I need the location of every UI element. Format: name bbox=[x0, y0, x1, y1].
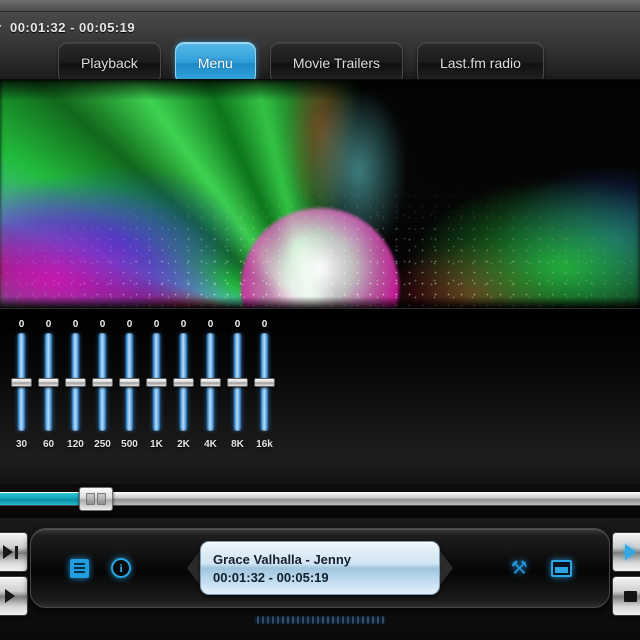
seek-handle-ridge-left bbox=[86, 493, 95, 505]
transport-bar: i Grace Valhalla - Jenny 00:01:32 - 00:0… bbox=[0, 518, 640, 640]
eq-thumb-250[interactable] bbox=[92, 378, 113, 387]
eq-band-250: 0 250 bbox=[89, 319, 116, 450]
playlist-icon bbox=[69, 558, 89, 578]
eq-value-60: 0 bbox=[45, 319, 52, 330]
eq-band-30: 0 30 bbox=[8, 319, 35, 450]
tab-lastfm-radio[interactable]: Last.fm radio bbox=[416, 42, 544, 79]
track-display-group: Grace Valhalla - Jenny 00:01:32 - 00:05:… bbox=[187, 541, 453, 595]
play-button[interactable] bbox=[612, 532, 640, 572]
eq-thumb-2k[interactable] bbox=[173, 378, 194, 387]
navigation-tabs: Playback Menu Movie Trailers Last.fm rad… bbox=[58, 42, 544, 79]
eq-label-16k: 16k bbox=[256, 439, 273, 450]
seek-handle-ridge-right bbox=[97, 493, 106, 505]
eq-slider-8k[interactable] bbox=[227, 333, 248, 431]
eq-value-500: 0 bbox=[126, 319, 133, 330]
eq-slider-250[interactable] bbox=[92, 333, 113, 431]
eq-label-60: 60 bbox=[42, 439, 55, 450]
eq-thumb-500[interactable] bbox=[119, 378, 140, 387]
stop-icon bbox=[623, 590, 637, 602]
visualizer-vignette bbox=[0, 80, 640, 308]
transport-panel: i Grace Valhalla - Jenny 00:01:32 - 00:0… bbox=[30, 528, 610, 608]
eq-label-8k: 8K bbox=[231, 439, 244, 450]
fullscreen-icon bbox=[550, 559, 572, 577]
track-display[interactable]: Grace Valhalla - Jenny 00:01:32 - 00:05:… bbox=[200, 541, 440, 595]
eq-band-1k: 0 1K bbox=[143, 319, 170, 450]
track-title: Grace Valhalla - Jenny bbox=[213, 551, 352, 567]
eq-slider-120[interactable] bbox=[65, 333, 86, 431]
stop-button[interactable] bbox=[612, 576, 640, 616]
tools-icon: ⚒ bbox=[510, 557, 528, 579]
eq-band-60: 0 60 bbox=[35, 319, 62, 450]
equalizer-band-list: 0 30 0 60 0 120 0 250 0 500 0 1K 0 2K 0 … bbox=[8, 319, 278, 450]
eq-label-4k: 4K bbox=[204, 439, 217, 450]
eq-thumb-4k[interactable] bbox=[200, 378, 221, 387]
eq-band-120: 0 120 bbox=[62, 319, 89, 450]
eq-value-120: 0 bbox=[72, 319, 79, 330]
eq-label-1k: 1K bbox=[150, 439, 163, 450]
eq-value-2k: 0 bbox=[180, 319, 187, 330]
eq-band-8k: 0 8K bbox=[224, 319, 251, 450]
eq-value-16k: 0 bbox=[261, 319, 268, 330]
playlist-button[interactable] bbox=[65, 554, 93, 582]
info-icon: i bbox=[111, 558, 131, 578]
eq-value-250: 0 bbox=[99, 319, 106, 330]
next-track-bar-icon bbox=[14, 545, 18, 559]
eq-slider-16k[interactable] bbox=[254, 333, 275, 431]
media-player-window: y 00:01:32 - 00:05:19 Playback Menu Movi… bbox=[0, 0, 640, 640]
eq-label-500: 500 bbox=[121, 439, 138, 450]
fullscreen-button[interactable] bbox=[547, 554, 575, 582]
eq-label-2k: 2K bbox=[177, 439, 190, 450]
next-track-button[interactable] bbox=[0, 532, 28, 572]
seek-bar-area bbox=[0, 484, 640, 518]
session-time-readout: y 00:01:32 - 00:05:19 bbox=[0, 20, 135, 35]
next-track-icon bbox=[2, 545, 13, 559]
eq-slider-30[interactable] bbox=[11, 333, 32, 431]
display-right-arrow-icon bbox=[440, 551, 453, 585]
eq-value-8k: 0 bbox=[234, 319, 241, 330]
session-time-value: 00:01:32 - 00:05:19 bbox=[9, 20, 136, 35]
right-transport-buttons bbox=[612, 532, 640, 616]
window-titlebar[interactable] bbox=[0, 0, 640, 12]
tab-movie-trailers[interactable]: Movie Trailers bbox=[269, 42, 403, 79]
eq-slider-60[interactable] bbox=[38, 333, 59, 431]
left-transport-buttons bbox=[0, 532, 28, 616]
eq-thumb-60[interactable] bbox=[38, 378, 59, 387]
eq-slider-2k[interactable] bbox=[173, 333, 194, 431]
eq-thumb-120[interactable] bbox=[65, 378, 86, 387]
seek-bar-handle[interactable] bbox=[79, 487, 113, 511]
tools-button[interactable]: ⚒ bbox=[505, 554, 533, 582]
play-icon bbox=[624, 544, 636, 560]
display-left-arrow-icon bbox=[187, 551, 200, 585]
eq-band-4k: 0 4K bbox=[197, 319, 224, 450]
eq-band-16k: 0 16k bbox=[251, 319, 278, 450]
equalizer-panel: 0 30 0 60 0 120 0 250 0 500 0 1K 0 2K 0 … bbox=[0, 308, 640, 484]
resize-grip[interactable] bbox=[254, 616, 386, 624]
eq-label-250: 250 bbox=[94, 439, 111, 450]
eq-slider-4k[interactable] bbox=[200, 333, 221, 431]
eq-value-4k: 0 bbox=[207, 319, 214, 330]
eq-thumb-1k[interactable] bbox=[146, 378, 167, 387]
eq-thumb-8k[interactable] bbox=[227, 378, 248, 387]
session-label-truncated: y bbox=[0, 20, 2, 35]
tab-playback[interactable]: Playback bbox=[58, 42, 161, 79]
eq-label-30: 30 bbox=[15, 439, 28, 450]
eq-label-120: 120 bbox=[67, 439, 84, 450]
eq-band-2k: 0 2K bbox=[170, 319, 197, 450]
eq-value-1k: 0 bbox=[153, 319, 160, 330]
previous-track-button[interactable] bbox=[0, 576, 28, 616]
eq-thumb-30[interactable] bbox=[11, 378, 32, 387]
info-button[interactable]: i bbox=[107, 554, 135, 582]
visualizer-canvas[interactable] bbox=[0, 80, 640, 308]
tab-menu[interactable]: Menu bbox=[174, 42, 256, 79]
track-time: 00:01:32 - 00:05:19 bbox=[213, 569, 329, 585]
eq-value-30: 0 bbox=[18, 319, 25, 330]
top-toolbar: y 00:01:32 - 00:05:19 Playback Menu Movi… bbox=[0, 12, 640, 80]
eq-slider-1k[interactable] bbox=[146, 333, 167, 431]
eq-slider-500[interactable] bbox=[119, 333, 140, 431]
previous-track-icon bbox=[5, 589, 15, 603]
eq-thumb-16k[interactable] bbox=[254, 378, 275, 387]
eq-band-500: 0 500 bbox=[116, 319, 143, 450]
